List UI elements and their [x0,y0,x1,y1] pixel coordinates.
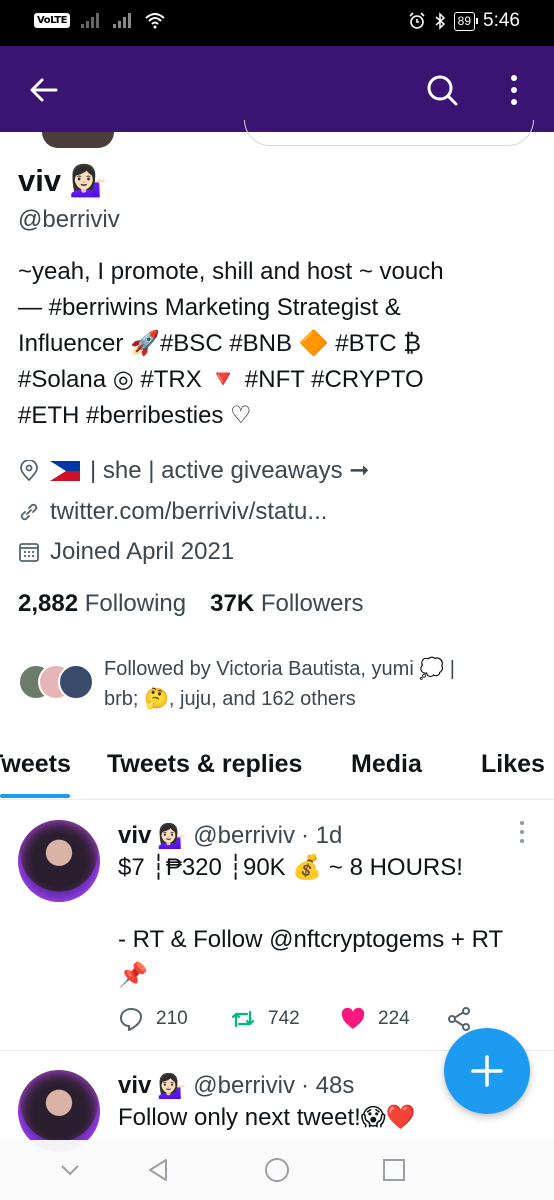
bio-line: Influencer 🚀#BSC #BNB 🔶 #BTC ₿ [18,330,422,357]
like-button[interactable]: 224 [340,1006,446,1032]
tweet-text: $7 ┆₱320 ┆90K 💰 ~ 8 HOURS! - RT & Follow… [118,850,538,994]
status-bar: VoLTE 89 5:46 [0,0,554,46]
heart-icon [341,1007,365,1029]
profile-avatar[interactable] [42,132,114,148]
followers-link[interactable]: 37K Followers [210,590,363,618]
more-vertical-icon[interactable] [500,72,528,108]
profile-tabs: Tweets Tweets & replies Media Likes [0,740,554,800]
tab-tweets-replies[interactable]: Tweets & replies [107,750,302,779]
profile-location: | she | active giveaways ➞ [18,456,369,485]
tweet-avatar[interactable] [18,820,100,902]
location-icon [20,459,38,481]
signal-icon-2 [112,13,131,28]
profile-name-text: viv [18,162,62,198]
tweet-time: · 1d [300,822,343,849]
following-link[interactable]: 2,882 Following [18,590,186,618]
bio-line: — #berriwins Marketing Strategist & [18,294,401,321]
following-count: 2,882 [18,590,79,617]
share-button[interactable] [446,1006,472,1032]
system-nav-bar [0,1140,554,1200]
followed-by-avatars [18,664,98,704]
battery-icon: 89 [453,11,479,31]
followed-by-line: Followed by Victoria Bautista, yumi 💭 | [104,658,455,680]
tab-likes[interactable]: Likes [481,750,545,779]
followed-by-text: Followed by Victoria Bautista, yumi 💭 | … [104,654,524,714]
tweet-author-name: viv [118,1072,152,1099]
reply-icon [120,1008,142,1031]
tweet-more-icon[interactable] [516,820,528,846]
followers-label: Followers [260,590,364,617]
tweet[interactable]: viv 💁🏻‍♀️ @berriviv · 1d $7 ┆₱320 ┆90K 💰… [0,800,554,1050]
tab-tweets[interactable]: Tweets [0,750,71,779]
reply-button[interactable]: 210 [118,1006,230,1032]
bio-line: #ETH #berribesties ♡ [18,402,252,429]
tweet-line: $7 ┆₱320 ┆90K 💰 ~ 8 HOURS! [118,854,463,881]
share-icon [448,1007,470,1031]
bluetooth-icon [435,12,445,30]
search-icon[interactable] [424,72,460,108]
tweet-header: viv 💁🏻‍♀️ @berriviv · 48s [118,1072,354,1100]
tweet-author-handle: @berriviv [193,1072,295,1099]
nav-home-icon[interactable] [263,1156,291,1184]
profile-bio: ~yeah, I promote, shill and host ~ vouch… [18,254,538,434]
signal-icon [80,13,99,28]
tweet-line: 📌 [118,962,148,989]
tweet-author-handle: @berriviv [193,822,295,849]
following-label: Following [84,590,187,617]
tweet-author-emoji: 💁🏻‍♀️ [157,822,188,850]
status-right: 89 5:46 [408,10,520,32]
retweet-icon [231,1010,255,1028]
tweet-time: · 48s [300,1072,355,1099]
profile-website: twitter.com/berriviv/statu... [18,498,327,526]
nav-back-icon[interactable] [144,1156,172,1184]
tweet-actions: 210 742 224 [118,1006,472,1032]
tweet-author-emoji: 💁🏻‍♀️ [157,1072,188,1100]
like-count: 224 [378,1008,410,1029]
tweet-line [118,886,538,922]
tweet-header: viv 💁🏻‍♀️ @berriviv · 1d [118,822,342,850]
wifi-icon [145,13,165,29]
link-icon [20,503,38,521]
status-left: VoLTE [34,11,166,29]
profile-joined: Joined April 2021 [18,538,234,566]
tweet-author-name: viv [118,822,152,849]
website-link[interactable]: twitter.com/berriviv/statu... [50,498,327,526]
retweet-count: 742 [268,1008,300,1029]
volte-badge: VoLTE [34,12,70,28]
calendar-icon [19,543,39,562]
tweet-line: - RT & Follow @nftcryptogems + RT [118,926,504,953]
back-arrow-icon[interactable] [28,74,60,106]
alarm-icon [409,12,425,29]
location-text: | she | active giveaways ➞ [90,457,370,484]
compose-tweet-button[interactable] [444,1028,530,1114]
follow-counts: 2,882 Following 37K Followers [18,590,364,618]
profile-name-emoji: 💁🏻‍♀️ [69,163,108,199]
active-tab-indicator [0,794,70,798]
followed-by-line: brb; 🤔, juju, and 162 others [104,688,356,710]
profile-name: viv 💁🏻‍♀️ [18,162,108,200]
joined-text: Joined April 2021 [50,538,235,565]
followers-count: 37K [210,590,255,617]
nav-recents-icon[interactable] [380,1156,408,1184]
philippines-flag-icon [50,460,80,481]
profile-handle: @berriviv [18,206,120,233]
retweet-button[interactable]: 742 [230,1006,340,1032]
tab-media[interactable]: Media [351,750,422,779]
profile-action-buttons[interactable] [244,120,534,146]
reply-count: 210 [156,1008,188,1029]
plus-icon [471,1055,503,1087]
bio-line: #Solana ◎ #TRX 🔻 #NFT #CRYPTO [18,366,424,393]
clock: 5:46 [483,10,520,31]
nav-hide-icon[interactable] [56,1156,84,1184]
bio-line: ~yeah, I promote, shill and host ~ vouch [18,258,444,285]
avatar [58,664,94,700]
